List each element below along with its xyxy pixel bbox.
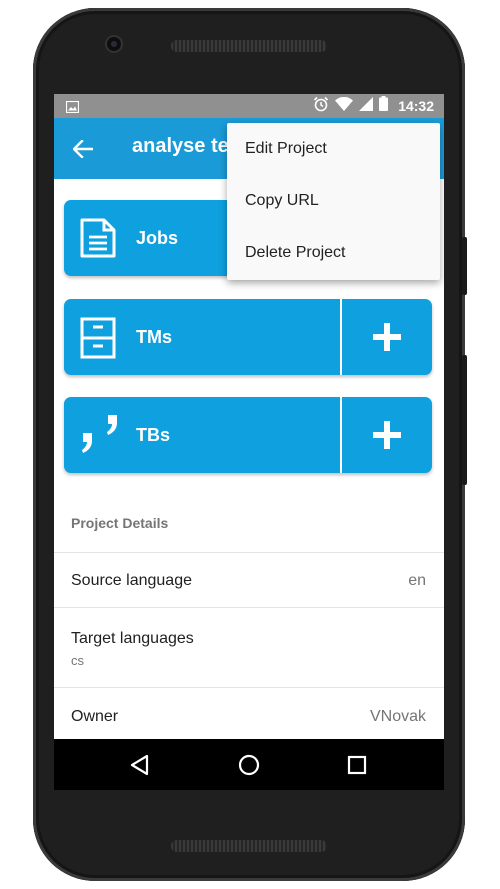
alarm-icon [313,96,329,117]
top-speaker-grille [171,40,327,52]
tms-tile-main[interactable]: TMs [64,299,340,375]
nav-home-button[interactable] [234,750,264,780]
quote-icon [80,413,120,460]
tbs-label: TBs [136,425,171,445]
plus-icon [373,323,401,351]
volume-button [462,355,467,485]
target-languages-label: Target languages [71,630,194,647]
image-notification-icon [65,100,80,118]
arrow-left-icon [73,140,93,158]
power-button [462,237,467,295]
nav-recents-button[interactable] [342,750,372,780]
overflow-menu: Edit Project Copy URL Delete Project [227,123,440,280]
source-language-value: en [408,572,426,589]
source-language-label: Source language [71,572,192,589]
status-bar: 14:32 [54,94,444,118]
front-camera [107,37,121,51]
navigation-bar [54,739,444,790]
menu-item-edit-project[interactable]: Edit Project [227,123,440,175]
back-button[interactable] [68,134,98,164]
row-divider [54,552,444,553]
tms-label: TMs [136,327,172,347]
tbs-tile-main[interactable]: TBs [64,397,340,473]
back-triangle-icon [130,754,149,776]
cell-signal-icon [359,96,374,116]
battery-icon [379,96,389,116]
cabinet-icon [80,317,116,364]
owner-label: Owner [71,708,119,725]
tms-tile[interactable]: TMs [64,299,432,375]
tbs-tile[interactable]: TBs [64,397,432,473]
wifi-icon [335,96,354,116]
section-title-project-details: Project Details [71,515,169,531]
home-circle-icon [238,754,260,776]
document-icon [80,218,116,263]
status-time: 14:32 [398,98,434,114]
nav-back-button[interactable] [125,750,155,780]
row-divider [54,607,444,608]
recents-square-icon [347,755,367,775]
add-tm-button[interactable] [342,299,432,375]
page-title: analyse te [132,135,229,157]
menu-item-copy-url[interactable]: Copy URL [227,175,440,227]
target-languages-value: cs [71,653,84,668]
screen: 14:32 analyse te Jobs TMs TBs Project De… [54,94,444,790]
add-tb-button[interactable] [342,397,432,473]
row-divider [54,687,444,688]
bottom-speaker-grille [171,840,327,852]
menu-item-delete-project[interactable]: Delete Project [227,227,440,279]
plus-icon [373,421,401,449]
jobs-label: Jobs [136,228,179,248]
owner-value: VNovak [369,708,426,725]
